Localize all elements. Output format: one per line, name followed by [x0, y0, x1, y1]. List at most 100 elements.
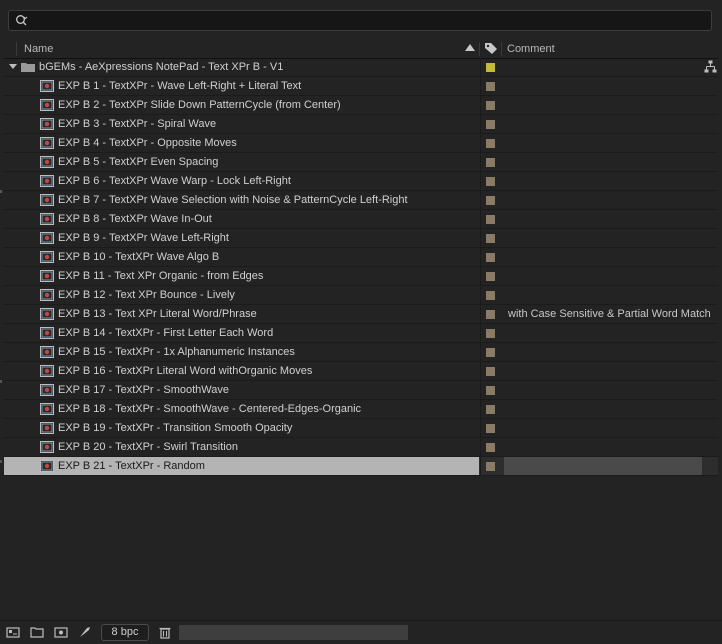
composition-icon	[40, 118, 54, 130]
label-color-swatch[interactable]	[486, 291, 495, 300]
composition-name: EXP B 2 - TextXPr Slide Down PatternCycl…	[58, 99, 341, 111]
new-composition-icon[interactable]	[54, 626, 68, 639]
composition-row[interactable]: EXP B 17 - TextXPr - SmoothWave	[4, 381, 718, 400]
composition-name: EXP B 9 - TextXPr Wave Left-Right	[58, 232, 229, 244]
column-divider[interactable]	[479, 42, 480, 56]
folder-name: bGEMs - AeXpressions NotePad - Text XPr …	[39, 61, 284, 73]
label-color-swatch[interactable]	[486, 329, 495, 338]
trash-icon[interactable]	[158, 626, 172, 639]
composition-row[interactable]: EXP B 1 - TextXPr - Wave Left-Right + Li…	[4, 77, 718, 96]
composition-row[interactable]: EXP B 19 - TextXPr - Transition Smooth O…	[4, 419, 718, 438]
panel-footer: 8 bpc	[0, 620, 722, 644]
composition-icon	[40, 403, 54, 415]
composition-name: EXP B 20 - TextXPr - Swirl Transition	[58, 441, 238, 453]
label-color-swatch[interactable]	[486, 424, 495, 433]
label-color-swatch[interactable]	[486, 462, 495, 471]
composition-icon	[40, 365, 54, 377]
composition-name: EXP B 6 - TextXPr Wave Warp - Lock Left-…	[58, 175, 291, 187]
footer-scroll-track[interactable]	[179, 625, 408, 640]
label-color-swatch[interactable]	[486, 120, 495, 129]
search-field[interactable]	[8, 10, 712, 31]
composition-row[interactable]: EXP B 4 - TextXPr - Opposite Moves	[4, 134, 718, 153]
composition-row[interactable]: EXP B 20 - TextXPr - Swirl Transition	[4, 438, 718, 457]
label-color-swatch[interactable]	[486, 215, 495, 224]
composition-icon	[40, 137, 54, 149]
interpret-footage-icon[interactable]	[6, 626, 20, 639]
composition-row[interactable]: EXP B 8 - TextXPr Wave In-Out	[4, 210, 718, 229]
label-color-swatch[interactable]	[486, 158, 495, 167]
composition-name: EXP B 16 - TextXPr Literal Word withOrga…	[58, 365, 313, 377]
composition-icon	[40, 232, 54, 244]
composition-row[interactable]: EXP B 15 - TextXPr - 1x Alphanumeric Ins…	[4, 343, 718, 362]
label-color-swatch[interactable]	[486, 63, 495, 72]
disclosure-triangle-icon[interactable]	[9, 64, 17, 69]
composition-icon	[40, 156, 54, 168]
sort-ascending-icon[interactable]	[465, 44, 475, 51]
folder-row[interactable]: bGEMs - AeXpressions NotePad - Text XPr …	[4, 58, 718, 77]
composition-row[interactable]: EXP B 5 - TextXPr Even Spacing	[4, 153, 718, 172]
composition-icon	[40, 346, 54, 358]
flowchart-icon[interactable]	[704, 60, 717, 73]
label-color-swatch[interactable]	[486, 253, 495, 262]
project-bit-depth-button[interactable]: 8 bpc	[101, 624, 149, 641]
comment-column-header[interactable]: Comment	[507, 43, 555, 55]
label-color-swatch[interactable]	[486, 367, 495, 376]
composition-name: EXP B 4 - TextXPr - Opposite Moves	[58, 137, 237, 149]
column-divider[interactable]	[501, 42, 502, 56]
composition-icon	[40, 251, 54, 263]
composition-row[interactable]: EXP B 3 - TextXPr - Spiral Wave	[4, 115, 718, 134]
composition-name: EXP B 18 - TextXPr - SmoothWave - Center…	[58, 403, 362, 415]
label-color-swatch[interactable]	[486, 272, 495, 281]
composition-name: EXP B 15 - TextXPr - 1x Alphanumeric Ins…	[58, 346, 295, 358]
composition-row[interactable]: EXP B 21 - TextXPr - Random	[4, 457, 718, 476]
project-item-list: bGEMs - AeXpressions NotePad - Text XPr …	[4, 58, 718, 476]
label-color-swatch[interactable]	[486, 386, 495, 395]
composition-icon	[40, 422, 54, 434]
label-color-swatch[interactable]	[486, 348, 495, 357]
composition-name: EXP B 14 - TextXPr - First Letter Each W…	[58, 327, 274, 339]
composition-name: EXP B 1 - TextXPr - Wave Left-Right + Li…	[58, 80, 302, 92]
render-queue-rocket-icon[interactable]	[78, 626, 92, 639]
label-color-swatch[interactable]	[486, 196, 495, 205]
composition-icon	[40, 213, 54, 225]
composition-icon	[40, 80, 54, 92]
composition-name: EXP B 21 - TextXPr - Random	[58, 460, 205, 472]
name-column-header[interactable]: Name	[24, 43, 53, 55]
composition-icon	[40, 308, 54, 320]
composition-row[interactable]: EXP B 14 - TextXPr - First Letter Each W…	[4, 324, 718, 343]
composition-row[interactable]: EXP B 12 - Text XPr Bounce - Lively	[4, 286, 718, 305]
search-icon[interactable]	[15, 14, 29, 28]
label-color-swatch[interactable]	[486, 177, 495, 186]
label-color-swatch[interactable]	[486, 405, 495, 414]
composition-name: EXP B 7 - TextXPr Wave Selection with No…	[58, 194, 408, 206]
composition-row[interactable]: EXP B 9 - TextXPr Wave Left-Right	[4, 229, 718, 248]
label-color-swatch[interactable]	[486, 443, 495, 452]
comment-cell[interactable]: with Case Sensitive & Partial Word Match	[508, 308, 718, 320]
composition-name: EXP B 11 - Text XPr Organic - from Edges	[58, 270, 264, 282]
composition-name: EXP B 3 - TextXPr - Spiral Wave	[58, 118, 217, 130]
composition-name: EXP B 19 - TextXPr - Transition Smooth O…	[58, 422, 293, 434]
composition-icon	[40, 441, 54, 453]
column-divider[interactable]	[16, 42, 17, 56]
composition-row[interactable]: EXP B 11 - Text XPr Organic - from Edges	[4, 267, 718, 286]
composition-name: EXP B 17 - TextXPr - SmoothWave	[58, 384, 229, 396]
composition-name: EXP B 8 - TextXPr Wave In-Out	[58, 213, 212, 225]
composition-name: EXP B 5 - TextXPr Even Spacing	[58, 156, 219, 168]
label-color-swatch[interactable]	[486, 82, 495, 91]
label-tag-icon[interactable]	[484, 42, 498, 55]
label-color-swatch[interactable]	[486, 139, 495, 148]
composition-icon	[40, 289, 54, 301]
composition-row[interactable]: EXP B 6 - TextXPr Wave Warp - Lock Left-…	[4, 172, 718, 191]
label-color-swatch[interactable]	[486, 310, 495, 319]
composition-icon	[40, 327, 54, 339]
new-folder-icon[interactable]	[30, 626, 44, 639]
composition-row[interactable]: EXP B 10 - TextXPr Wave Algo B	[4, 248, 718, 267]
composition-row[interactable]: EXP B 18 - TextXPr - SmoothWave - Center…	[4, 400, 718, 419]
composition-row[interactable]: EXP B 7 - TextXPr Wave Selection with No…	[4, 191, 718, 210]
composition-row[interactable]: EXP B 2 - TextXPr Slide Down PatternCycl…	[4, 96, 718, 115]
composition-row[interactable]: EXP B 13 - Text XPr Literal Word/Phrase …	[4, 305, 718, 324]
composition-icon	[40, 99, 54, 111]
label-color-swatch[interactable]	[486, 234, 495, 243]
composition-row[interactable]: EXP B 16 - TextXPr Literal Word withOrga…	[4, 362, 718, 381]
label-color-swatch[interactable]	[486, 101, 495, 110]
